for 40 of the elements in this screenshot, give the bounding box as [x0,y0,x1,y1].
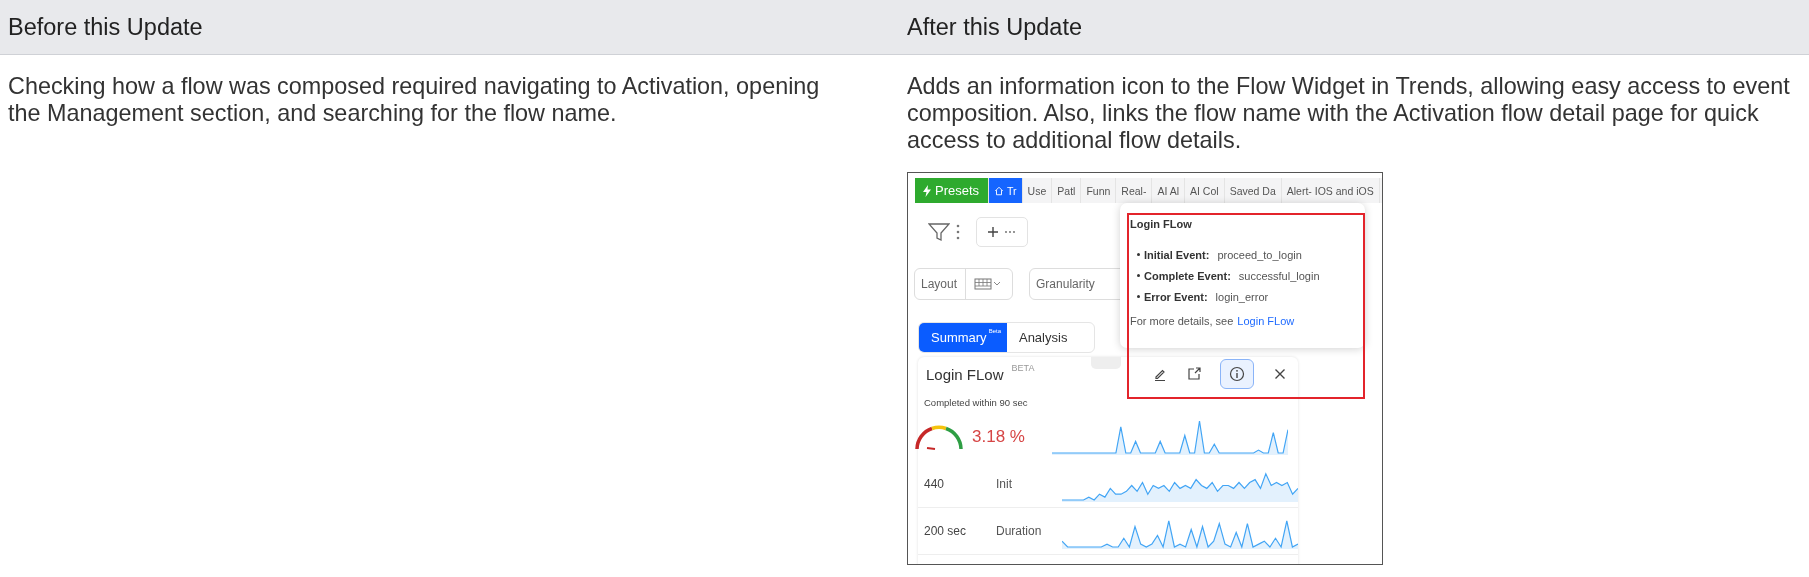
lightning-icon [922,184,932,197]
bullet-icon [1137,253,1140,256]
plus-icon [987,226,1017,238]
event-label: Error Event: [1144,290,1208,303]
keyboard-icon [974,278,1003,290]
dashboard-tab[interactable]: Patl [1052,178,1082,203]
column-header: After this Update [906,13,1083,41]
dashboard-tab[interactable]: Use [1022,178,1053,203]
metric-value: 3.18 % [972,427,1026,447]
event-label: Complete Event: [1144,269,1231,282]
widget-title: Login FLow [926,365,1004,383]
widget-subtitle: Completed within 90 sec [923,396,1029,410]
event-label: Initial Event: [1144,248,1210,261]
dashboard-tab[interactable]: Funn [1081,178,1117,203]
open-link-icon[interactable] [1186,366,1202,382]
bullet-icon [1137,295,1140,298]
bullet-icon [1137,274,1140,277]
view-tab[interactable]: Summary$^{Beta}$ [919,323,1007,352]
table-cell-text: Checking how a flow was composed required navigating to Activation, opening the Management section, and searching for the flow name. [8,73,821,127]
metric-value: 440 [923,477,946,491]
home-icon [994,184,1005,197]
popover-text: For more details, see [1130,315,1234,327]
beta-label: BETA [1011,363,1035,373]
table-cell-text: Adds an information icon to the Flow Widget in Trends, allowing easy access to event composition. Also, links the flow name with the Activation flow detail page for quick access to additional flow details. [907,73,1791,154]
flow-link[interactable]: Login FLow [1237,315,1295,327]
info-button[interactable] [1220,359,1254,389]
event-name: successful_login [1238,269,1320,282]
metric-label: Init [996,477,1013,491]
metric-label: Duration [996,524,1043,538]
event-name: proceed_to_login [1217,248,1302,261]
dashboard-tab[interactable]: Tr [989,178,1023,203]
filter-icon[interactable] [928,222,950,242]
popover-title: Login FLow [1130,218,1193,230]
column-header: Before this Update [7,13,203,41]
metric-value: 200 sec [923,524,968,538]
more-icon[interactable] [956,224,960,240]
add-button[interactable] [976,217,1028,247]
info-icon [1229,366,1245,382]
event-name: login_error [1215,290,1269,303]
layout-select[interactable]: Layout [914,268,1014,300]
